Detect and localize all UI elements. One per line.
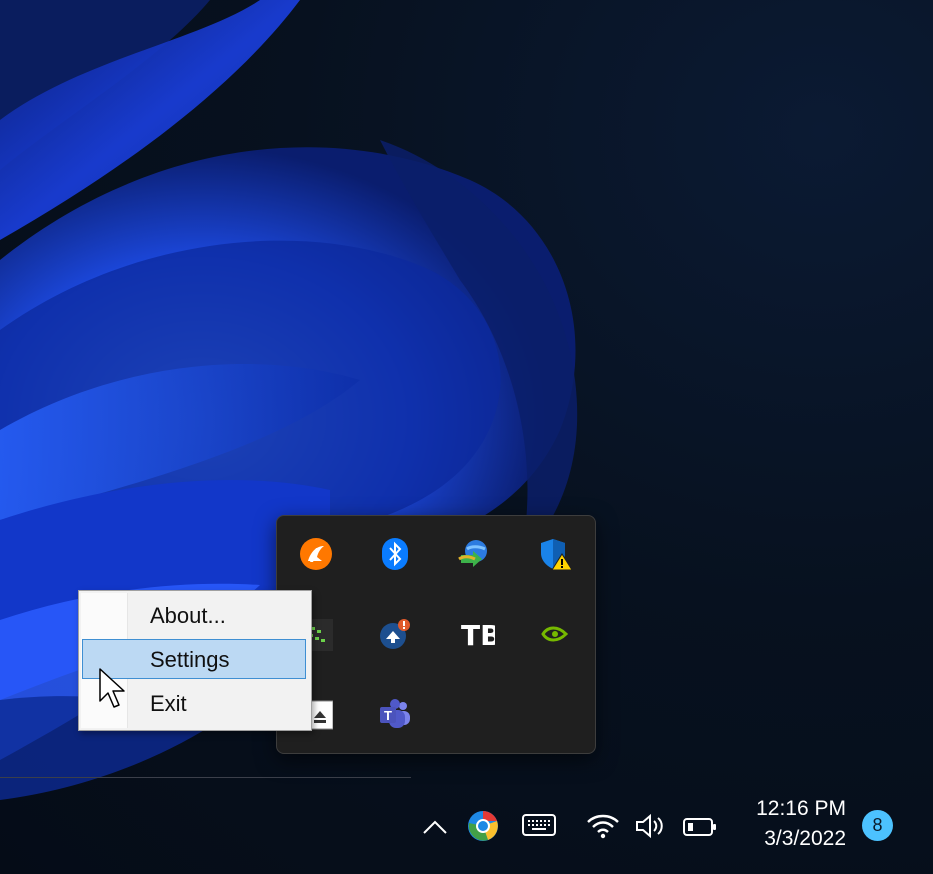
chrome-canary-icon[interactable] [465, 808, 501, 844]
menu-item-label: About... [150, 603, 226, 628]
taskbar-top-divider [0, 777, 411, 778]
clock-time: 12:16 PM [756, 797, 846, 820]
svg-text:T: T [384, 708, 392, 723]
show-hidden-icons-chevron-icon[interactable] [420, 812, 450, 842]
internet-download-manager-icon[interactable] [455, 534, 495, 574]
volume-icon[interactable] [633, 811, 669, 841]
battery-icon[interactable] [682, 814, 718, 840]
mouse-cursor-icon [99, 668, 125, 708]
menu-item-label: Exit [150, 691, 187, 716]
teams-icon[interactable]: T [375, 694, 415, 734]
tray-overflow-flyout: TB T [276, 515, 596, 754]
svg-text:TB: TB [461, 619, 495, 651]
wifi-icon[interactable] [585, 811, 621, 841]
menu-item-label: Settings [150, 647, 230, 672]
clock-date: 3/3/2022 [764, 827, 846, 850]
nvidia-icon[interactable] [535, 614, 575, 654]
touch-keyboard-icon[interactable] [521, 812, 557, 840]
notification-count-badge[interactable]: 8 [862, 810, 893, 841]
bluetooth-icon[interactable] [375, 534, 415, 574]
update-notifier-icon[interactable] [375, 614, 415, 654]
tray-context-menu: About... Settings Exit [78, 590, 312, 731]
tb-app-icon[interactable]: TB [457, 614, 497, 654]
avast-icon[interactable] [296, 534, 336, 574]
menu-item-about[interactable]: About... [82, 595, 306, 635]
windows-security-warning-icon[interactable] [535, 534, 575, 574]
taskbar-clock[interactable]: 12:16 PM 3/3/2022 [756, 794, 846, 854]
